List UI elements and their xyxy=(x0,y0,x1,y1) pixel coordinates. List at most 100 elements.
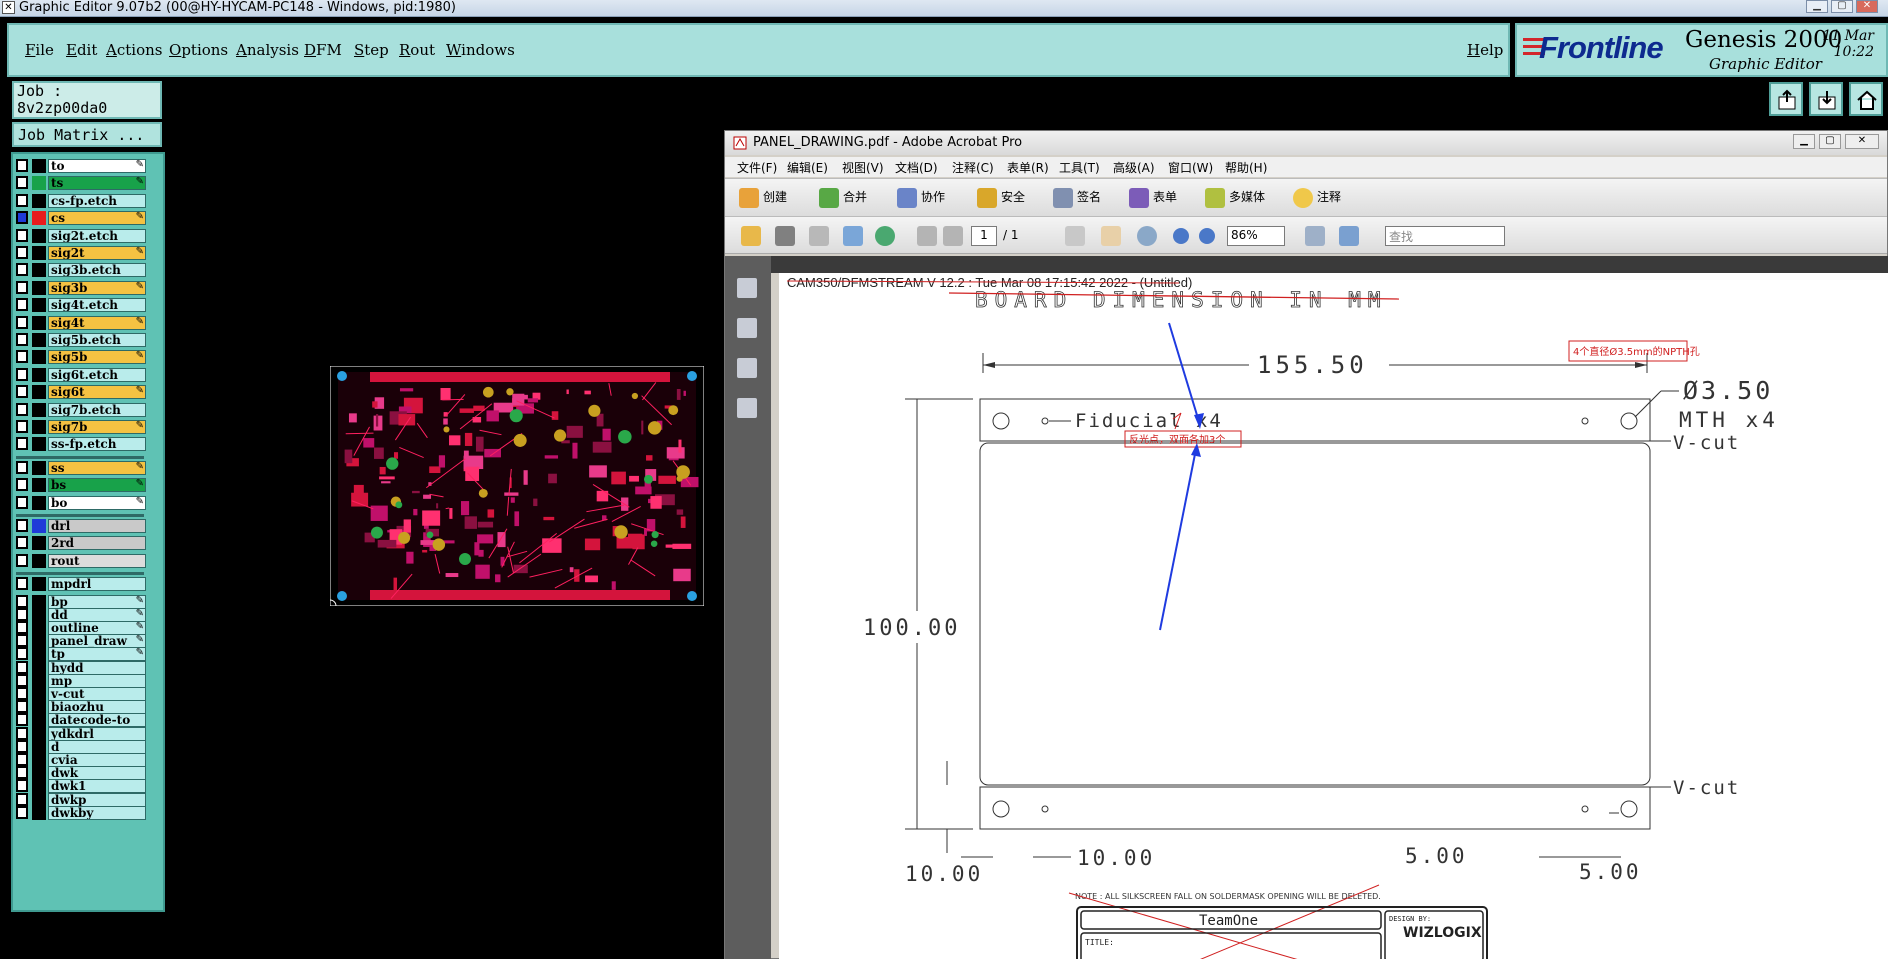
layer-visibility-checkbox[interactable] xyxy=(16,367,28,381)
menu-step[interactable]: Step xyxy=(354,41,389,59)
layer-name[interactable]: sig5b xyxy=(48,350,146,365)
layer-name[interactable]: dwk xyxy=(48,766,146,781)
zoom-tool-icon[interactable] xyxy=(1137,226,1157,246)
layer-visibility-checkbox[interactable] xyxy=(16,519,28,532)
acrobat-maximize-button[interactable]: ▢ xyxy=(1819,134,1841,149)
layer-name[interactable]: v-cut xyxy=(48,687,146,701)
layer-visibility-checkbox[interactable] xyxy=(16,726,28,740)
layer-color-swatch[interactable] xyxy=(32,460,46,475)
next-page-icon[interactable] xyxy=(943,226,963,246)
layer-visibility-checkbox[interactable] xyxy=(16,594,28,608)
layer-row[interactable]: sig7b ✎ xyxy=(16,420,146,434)
layer-name[interactable]: sig3b xyxy=(48,280,146,295)
layer-color-swatch[interactable] xyxy=(32,228,46,243)
layer-color-swatch[interactable] xyxy=(32,607,46,622)
zoom-select[interactable]: 86% xyxy=(1227,226,1285,246)
layer-color-swatch[interactable] xyxy=(32,553,46,568)
layer-row[interactable]: hydd xyxy=(16,660,146,675)
layer-color-swatch[interactable] xyxy=(32,739,46,754)
home-icon-button[interactable] xyxy=(1849,82,1883,116)
layer-color-swatch[interactable] xyxy=(32,766,46,781)
layer-color-swatch[interactable] xyxy=(32,779,46,794)
pdf-page[interactable]: CAM350/DFMSTREAM V 12.2 : Tue Mar 08 17:… xyxy=(779,273,1888,959)
layer-color-swatch[interactable] xyxy=(32,700,46,715)
layer-row[interactable]: sig2t ✎ xyxy=(16,246,146,260)
prev-page-icon[interactable] xyxy=(917,226,937,246)
menu-rout[interactable]: Rout xyxy=(399,41,435,59)
layer-row[interactable]: cs ✎ xyxy=(16,211,146,226)
minimize-button[interactable]: ▁ xyxy=(1806,0,1828,13)
layer-color-swatch[interactable] xyxy=(32,660,46,675)
layer-visibility-checkbox[interactable] xyxy=(16,159,28,172)
bookmarks-icon[interactable] xyxy=(737,318,757,338)
layer-color-swatch[interactable] xyxy=(32,385,46,400)
layer-color-swatch[interactable] xyxy=(32,246,46,260)
select-text-icon[interactable] xyxy=(1065,226,1085,246)
layer-color-swatch[interactable] xyxy=(32,350,46,365)
layer-color-swatch[interactable] xyxy=(32,367,46,382)
layer-row[interactable]: dwk1 xyxy=(16,779,146,794)
acro-menu-edit[interactable]: 编辑(E) xyxy=(787,159,828,176)
layer-visibility-checkbox[interactable] xyxy=(16,246,28,259)
secure-button[interactable]: 安全 xyxy=(1001,188,1025,205)
layer-name[interactable]: cs xyxy=(48,211,146,226)
layer-name[interactable]: hydd xyxy=(48,660,146,675)
layer-name[interactable]: ydkdrl xyxy=(48,726,146,741)
layer-color-swatch[interactable] xyxy=(32,333,46,347)
layer-row[interactable]: ss-fp.etch xyxy=(16,437,146,452)
page-number-input[interactable]: 1 xyxy=(971,226,997,246)
menu-edit[interactable]: Edit xyxy=(66,41,97,59)
layer-name[interactable]: datecode-to xyxy=(48,713,146,728)
layer-color-swatch[interactable] xyxy=(32,673,46,688)
layer-name[interactable]: dwkp xyxy=(48,792,146,807)
create-button[interactable]: 创建 xyxy=(763,188,787,205)
open-folder-icon[interactable] xyxy=(741,226,761,246)
layer-row[interactable]: bo ✎ xyxy=(16,495,146,510)
layer-visibility-checkbox[interactable] xyxy=(16,621,28,634)
layer-color-swatch[interactable] xyxy=(32,647,46,662)
layer-visibility-checkbox[interactable] xyxy=(16,176,28,190)
layer-row[interactable]: to ✎ xyxy=(16,159,146,173)
layer-color-swatch[interactable] xyxy=(32,634,46,649)
layer-name[interactable]: sig7b xyxy=(48,420,146,434)
close-button[interactable]: ✕ xyxy=(1856,0,1878,13)
acro-menu-help[interactable]: 帮助(H) xyxy=(1225,159,1267,176)
layer-row[interactable]: ydkdrl xyxy=(16,726,146,741)
layer-row[interactable]: bs ✎ xyxy=(16,478,146,493)
fit-page-icon[interactable] xyxy=(1305,226,1325,246)
layer-color-swatch[interactable] xyxy=(32,280,46,295)
save-icon[interactable] xyxy=(809,226,829,246)
layer-row[interactable]: tp ✎ xyxy=(16,647,146,662)
layer-visibility-checkbox[interactable] xyxy=(16,739,28,753)
pages-icon[interactable] xyxy=(737,278,757,298)
acrobat-minimize-button[interactable]: ▁ xyxy=(1793,134,1815,149)
layer-color-swatch[interactable] xyxy=(32,594,46,609)
layer-name[interactable]: biaozhu xyxy=(48,700,146,715)
hand-tool-icon[interactable] xyxy=(1101,226,1121,246)
layer-row[interactable]: sig6t.etch xyxy=(16,367,146,382)
layer-color-swatch[interactable] xyxy=(32,159,46,173)
layer-visibility-checkbox[interactable] xyxy=(16,713,28,727)
layer-visibility-checkbox[interactable] xyxy=(16,333,28,346)
acrobat-close-button[interactable]: ✕ xyxy=(1845,134,1879,149)
layer-name[interactable]: bo xyxy=(48,495,146,510)
layer-name[interactable]: sig2t.etch xyxy=(48,228,146,243)
layer-name[interactable]: mpdrl xyxy=(48,577,146,592)
layer-visibility-checkbox[interactable] xyxy=(16,660,28,674)
layer-visibility-checkbox[interactable] xyxy=(16,420,28,433)
layer-name[interactable]: mp xyxy=(48,673,146,688)
layer-name[interactable]: cvia xyxy=(48,753,146,767)
layer-color-swatch[interactable] xyxy=(32,420,46,434)
layer-row[interactable]: drl xyxy=(16,519,146,533)
export-icon-button[interactable] xyxy=(1769,82,1803,116)
job-matrix-button[interactable]: Job Matrix ... xyxy=(12,122,162,147)
layer-row[interactable]: d xyxy=(16,739,146,754)
acro-menu-document[interactable]: 文档(D) xyxy=(895,159,938,176)
layer-visibility-checkbox[interactable] xyxy=(16,437,28,451)
layer-color-swatch[interactable] xyxy=(32,437,46,452)
layer-visibility-checkbox[interactable] xyxy=(16,495,28,509)
layer-visibility-checkbox[interactable] xyxy=(16,536,28,550)
import-icon-button[interactable] xyxy=(1809,82,1843,116)
layer-visibility-checkbox[interactable] xyxy=(16,228,28,242)
layer-name[interactable]: to xyxy=(48,159,146,173)
